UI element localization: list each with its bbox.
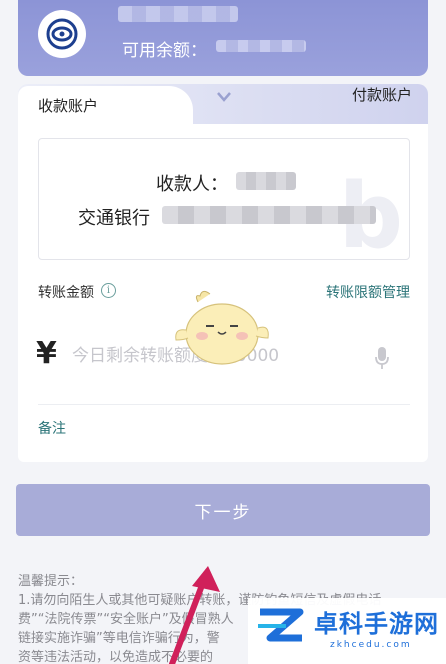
tab-pay[interactable]: 付款账户 bbox=[352, 84, 412, 105]
balance-redacted bbox=[216, 40, 306, 52]
payee-name-redacted bbox=[236, 172, 296, 190]
payee-account-redacted bbox=[162, 206, 376, 224]
remark-field[interactable]: 备注 bbox=[38, 418, 66, 438]
brand-name: 卓科手游网 bbox=[314, 610, 439, 638]
brand-url: zkhcedu.com bbox=[330, 640, 412, 650]
currency-symbol: ¥ bbox=[36, 336, 57, 371]
chevron-down-icon[interactable] bbox=[215, 90, 233, 104]
next-button[interactable]: 下一步 bbox=[16, 484, 430, 536]
bank-logo-icon bbox=[38, 10, 86, 58]
account-name-redacted bbox=[118, 6, 238, 22]
payee-box[interactable]: b bbox=[38, 138, 410, 260]
tips-title: 温馨提示： bbox=[18, 574, 84, 589]
payee-bank-label: 交通银行 bbox=[78, 208, 150, 229]
info-icon[interactable]: i bbox=[101, 283, 116, 298]
limit-management-link[interactable]: 转账限额管理 bbox=[326, 282, 410, 302]
divider bbox=[38, 404, 410, 405]
mascot-sticker-icon bbox=[175, 290, 269, 365]
brand-logo-icon bbox=[258, 608, 304, 642]
microphone-icon[interactable] bbox=[374, 346, 390, 370]
arrow-annotation-icon bbox=[169, 566, 220, 664]
tab-receive-label: 收款账户 bbox=[38, 97, 99, 115]
payee-name-label: 收款人： bbox=[156, 174, 228, 195]
account-card[interactable]: 可用余额： bbox=[18, 0, 428, 76]
amount-label: 转账金额 bbox=[38, 285, 94, 301]
site-watermark: 卓科手游网 zkhcedu.com bbox=[248, 598, 446, 664]
balance-label: 可用余额： bbox=[122, 41, 207, 61]
